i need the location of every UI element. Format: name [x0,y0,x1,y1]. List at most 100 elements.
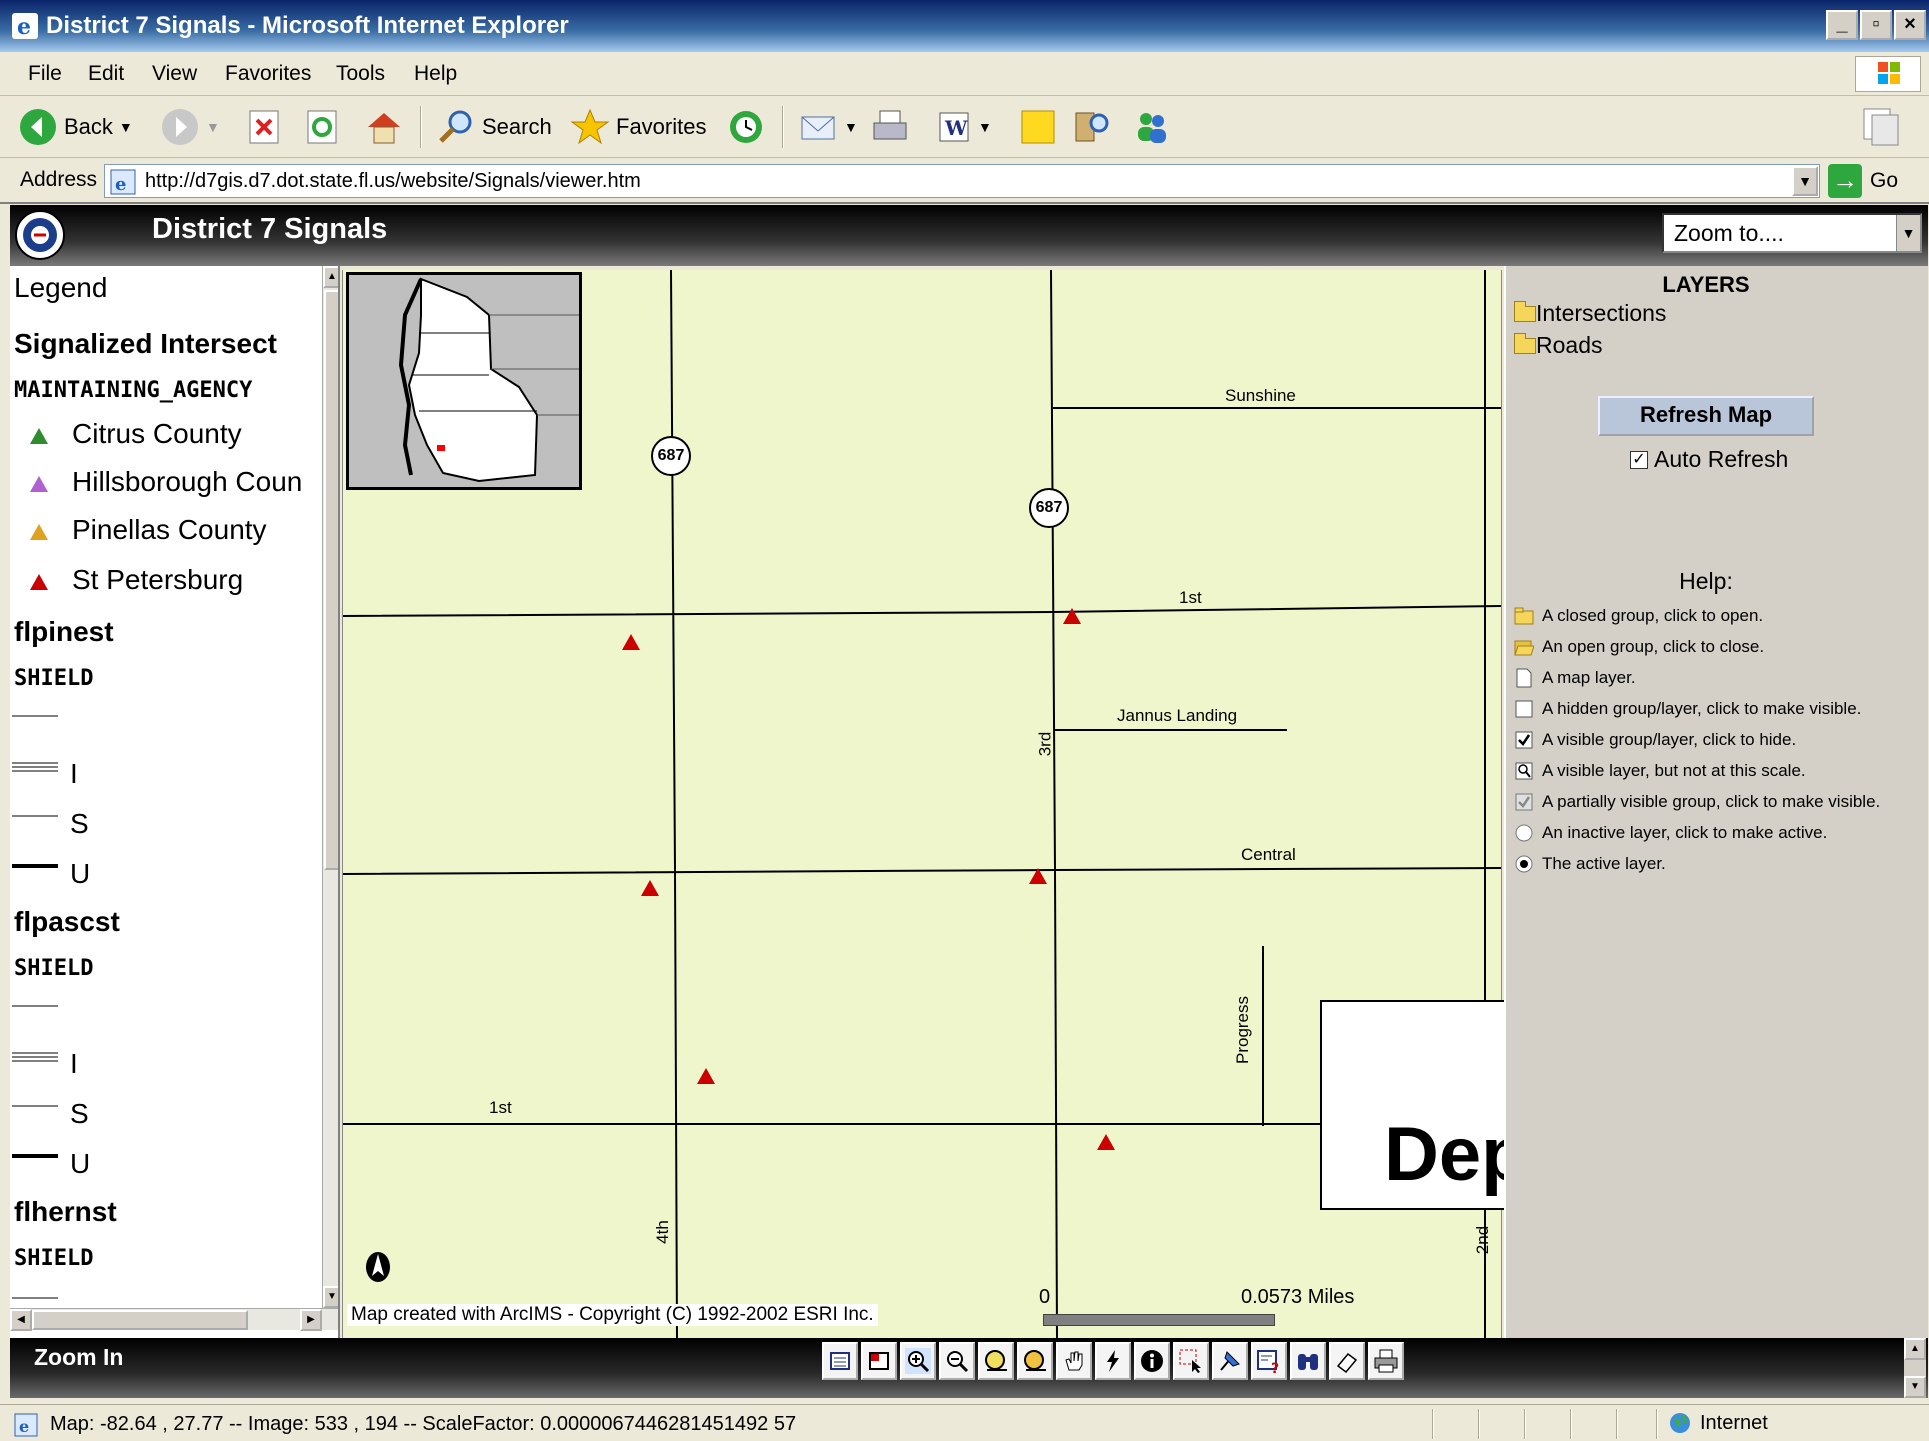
scroll-up-icon[interactable]: ▲ [1904,1338,1926,1360]
address-dropdown-button[interactable]: ▼ [1792,166,1818,196]
signal-marker-icon[interactable] [641,880,659,896]
refresh-map-button[interactable]: Refresh Map [1598,396,1814,436]
layer-item-roads[interactable]: Roads [1536,332,1602,359]
orange-triangle-icon [30,524,48,540]
history-button[interactable] [726,104,766,150]
menu-edit[interactable]: Edit [88,62,124,86]
help-text: The active layer. [1542,854,1666,873]
maximize-button[interactable]: ▫ [1860,10,1892,40]
road-symbol-icons [12,1005,58,1158]
signal-marker-icon[interactable] [1063,608,1081,624]
legend-item: Citrus County [72,418,242,449]
minimize-button[interactable]: _ [1826,10,1858,40]
signal-marker-icon[interactable] [697,1068,715,1084]
search-button[interactable]: Search [436,104,552,150]
messenger-button[interactable] [1132,104,1172,150]
scroll-thumb[interactable] [32,1310,248,1330]
help-row: An inactive layer, click to make active. [1514,823,1827,843]
map-layer-icon [1516,668,1532,688]
legend-horizontal-scrollbar[interactable]: ◀ ▶ [10,1308,338,1331]
scroll-up-icon[interactable]: ▲ [323,266,338,288]
legend-group-name: flpascst [14,906,120,937]
scroll-thumb[interactable] [324,290,338,870]
chevron-down-icon[interactable]: ▼ [1896,215,1920,251]
signal-marker-icon[interactable] [1029,868,1047,884]
favorites-label: Favorites [616,114,707,139]
toolbar-extra-button[interactable] [1858,104,1904,150]
scroll-down-icon[interactable]: ▼ [323,1286,338,1308]
back-button[interactable]: Back ▼ [18,104,133,150]
chevron-down-icon: ▼ [978,119,992,135]
signal-marker-icon[interactable] [1097,1134,1115,1150]
help-row: A map layer. [1514,668,1636,688]
app-title: District 7 Signals [152,213,388,245]
legend-layer-name: Signalized Intersect [14,328,277,359]
search-label: Search [482,114,552,139]
favorites-button[interactable]: Favorites [570,104,706,150]
select-rectangle-tool[interactable] [1173,1342,1209,1380]
address-input[interactable]: e http://d7gis.d7.dot.state.fl.us/websit… [104,164,1820,198]
menu-view[interactable]: View [152,62,197,86]
scroll-right-icon[interactable]: ▶ [300,1309,322,1331]
map-tool-bar: Zoom In ? ▲ ▼ [10,1338,1928,1398]
scroll-down-icon[interactable]: ▼ [1904,1376,1926,1398]
help-row: A closed group, click to open. [1514,606,1763,626]
overview-map[interactable] [346,272,582,490]
help-row: A hidden group/layer, click to make visi… [1514,699,1861,719]
road-label: 3rd [1035,731,1055,757]
bottom-scrollbar[interactable]: ▲ ▼ [1904,1338,1926,1398]
zoom-to-value: Zoom to.... [1674,220,1784,246]
svg-text:e: e [115,174,126,195]
toolbar-separator [420,106,422,148]
help-text: A visible layer, but not at this scale. [1542,761,1806,780]
scroll-left-icon[interactable]: ◀ [10,1309,32,1331]
road-central [343,867,1501,875]
edit-button[interactable]: W ▼ [936,104,992,150]
find-tool[interactable] [1290,1342,1326,1380]
query-tool[interactable]: ? [1251,1342,1287,1380]
print-tool[interactable] [1368,1342,1404,1380]
menu-tools[interactable]: Tools [336,62,385,86]
home-button[interactable] [364,104,404,150]
checkbox-checked-icon[interactable]: ✓ [1630,450,1648,469]
toggle-legend-tool[interactable] [822,1342,858,1380]
print-button[interactable] [870,104,910,150]
forward-button[interactable]: ▼ [160,104,220,150]
full-extent-tool[interactable] [978,1342,1014,1380]
go-button[interactable]: → Go [1828,164,1898,198]
binoculars-icon [1298,1354,1318,1370]
zoom-active-tool[interactable] [1017,1342,1053,1380]
layer-item-intersections[interactable]: Intersections [1536,300,1666,327]
zoom-out-tool[interactable] [939,1342,975,1380]
menu-file[interactable]: File [28,62,62,86]
close-button[interactable]: × [1894,10,1926,40]
legend-vertical-scrollbar[interactable]: ▲ ▼ [322,266,338,1308]
auto-refresh-label: Auto Refresh [1654,446,1789,472]
mail-button[interactable]: ▼ [798,104,858,150]
list-icon [830,1352,850,1370]
address-label: Address [20,168,98,191]
zoom-to-select[interactable]: Zoom to.... ▼ [1662,213,1922,253]
pan-tool[interactable] [1056,1342,1092,1380]
select-box-icon [1179,1349,1201,1373]
refresh-button[interactable] [306,104,338,150]
layers-panel: LAYERS Intersections Roads Refresh Map ✓… [1504,266,1928,1338]
hyperlink-tool[interactable] [1095,1342,1131,1380]
toggle-overview-tool[interactable] [861,1342,897,1380]
red-triangle-icon [30,574,48,590]
road-symbol-icons [12,715,58,868]
research-button[interactable] [1072,104,1112,150]
menu-favorites[interactable]: Favorites [225,62,311,86]
discuss-button[interactable] [1018,104,1058,150]
clear-selection-tool[interactable] [1329,1342,1365,1380]
auto-refresh-checkbox[interactable]: ✓ Auto Refresh [1630,446,1788,473]
folder-icon[interactable] [1514,333,1536,354]
select-line-tool[interactable] [1212,1342,1248,1380]
scale-bar-start: 0 [1039,1286,1051,1308]
menu-help[interactable]: Help [414,62,457,86]
zoom-in-tool[interactable] [900,1342,936,1380]
folder-icon[interactable] [1514,301,1536,322]
signal-marker-icon[interactable] [622,634,640,650]
stop-button[interactable] [248,104,280,150]
identify-tool[interactable] [1134,1342,1170,1380]
